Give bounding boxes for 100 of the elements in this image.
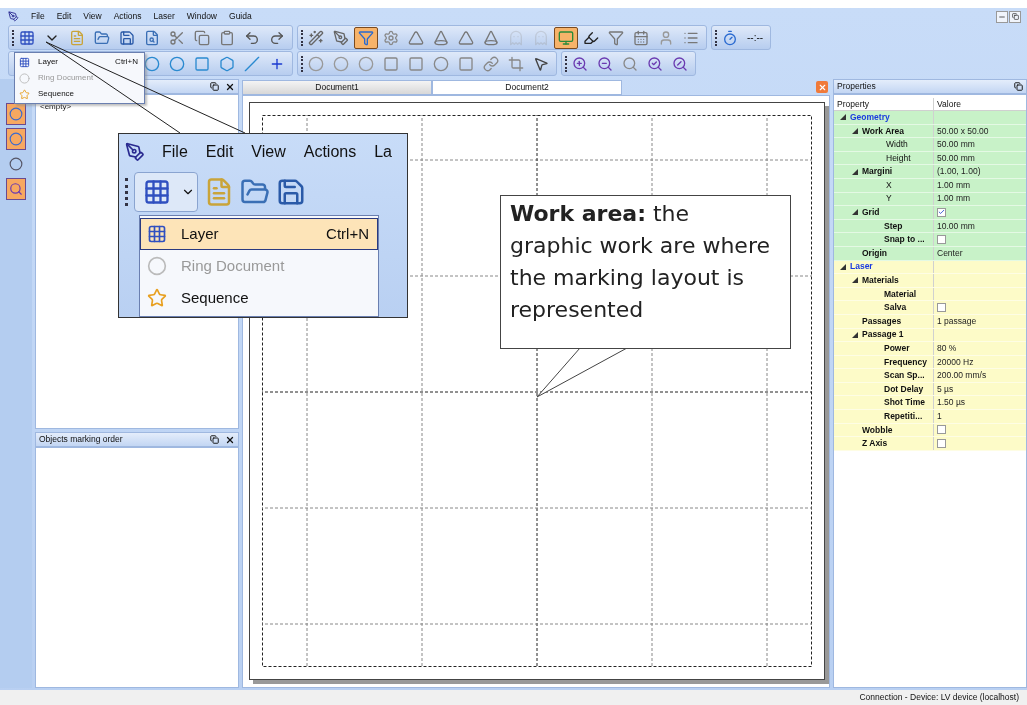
property-row[interactable]: Salva — [834, 301, 1026, 315]
menu-item[interactable]: View — [77, 10, 108, 23]
column-header: Property — [834, 98, 934, 110]
property-row[interactable]: Snap to ... — [834, 233, 1026, 247]
menu-item[interactable]: Actions — [294, 139, 366, 164]
ring-icon — [19, 72, 30, 84]
minimize-button[interactable] — [996, 10, 1008, 23]
property-name: Materials — [862, 274, 899, 287]
side-tool-button[interactable] — [6, 103, 26, 125]
menu-item[interactable]: Sequence — [140, 282, 378, 314]
property-row[interactable]: Grid — [834, 206, 1026, 220]
menu-item[interactable]: Layer Ctrl+N — [140, 218, 378, 250]
panel-title: Objects marking order — [39, 433, 124, 446]
checkbox[interactable] — [937, 439, 946, 449]
restore-icon[interactable] — [210, 435, 219, 444]
zoom-icon — [672, 55, 688, 72]
toolbar-button[interactable] — [554, 26, 578, 49]
grid-icon — [19, 56, 30, 68]
checkbox[interactable] — [937, 303, 946, 313]
property-name: Scan Sp... — [883, 369, 925, 382]
property-row[interactable]: Geometry — [834, 111, 1026, 125]
menu-item[interactable]: La — [365, 139, 401, 164]
property-row[interactable]: Power 80 % — [834, 342, 1026, 356]
menu-item[interactable]: Guida — [223, 10, 258, 23]
close-icon[interactable] — [225, 81, 235, 92]
status-text: Connection - Device: LV device (localhost) — [859, 691, 1019, 704]
zoom-out-icon — [597, 55, 613, 72]
star-icon — [19, 88, 30, 100]
zoom-in-icon — [572, 55, 588, 72]
ellipse-icon — [144, 55, 160, 72]
restore-button[interactable] — [1009, 10, 1021, 23]
expander-icon[interactable] — [840, 263, 846, 270]
property-row[interactable]: Repetiti... 1 — [834, 410, 1026, 424]
redo-icon — [269, 29, 285, 46]
expander-icon[interactable] — [852, 331, 858, 338]
expander-icon[interactable] — [852, 127, 858, 134]
calendar-icon — [633, 29, 649, 46]
menu-item[interactable]: View — [242, 139, 295, 164]
callout-text: Work area: the graphic work are where the marking layout is represented — [510, 200, 771, 324]
document-tab[interactable]: Document1 — [242, 80, 432, 95]
menu-item[interactable]: File — [25, 10, 51, 23]
property-row[interactable]: Z Axis — [834, 437, 1026, 451]
property-value: 200.00 mm/s — [937, 369, 987, 382]
menu-item[interactable]: Edit — [50, 10, 78, 23]
menu-item[interactable]: Actions — [107, 10, 148, 23]
checkbox[interactable] — [937, 425, 946, 435]
marker-icon — [583, 29, 599, 46]
document-tab[interactable]: Document2 — [432, 80, 622, 95]
expander-icon[interactable] — [840, 114, 846, 121]
square-icon — [458, 55, 474, 72]
polygon-icon — [219, 55, 235, 72]
document-icon — [69, 29, 85, 46]
property-row[interactable]: Width 50.00 mm — [834, 138, 1026, 152]
pen-icon — [333, 29, 349, 46]
user-icon — [658, 29, 674, 46]
restore-icon[interactable] — [1014, 82, 1023, 91]
shape-icon — [533, 29, 549, 46]
checkbox[interactable] — [937, 235, 946, 245]
menu-item[interactable]: Edit — [196, 139, 243, 164]
toolbar-button[interactable] — [134, 172, 198, 213]
property-name: Dot Delay — [883, 382, 924, 396]
monitor-icon — [558, 29, 574, 46]
menu-item[interactable]: Laser — [147, 10, 181, 23]
square-icon — [383, 55, 399, 72]
grid-icon — [19, 29, 35, 46]
checkbox[interactable] — [937, 207, 946, 217]
menu-item[interactable]: Window — [180, 10, 223, 23]
side-tool-button[interactable] — [6, 128, 26, 150]
panel-title: Properties — [837, 80, 877, 93]
property-value: 50.00 x 50.00 — [937, 124, 989, 138]
close-button[interactable] — [816, 81, 828, 93]
property-name: Shot Time — [883, 396, 925, 410]
expander-icon[interactable] — [852, 209, 858, 216]
close-icon[interactable] — [225, 434, 235, 445]
property-row[interactable]: Scan Sp... 200.00 mm/s — [834, 369, 1026, 383]
menu-item[interactable]: Sequence — [15, 86, 144, 102]
property-row[interactable]: Materials — [834, 274, 1026, 288]
menu-item[interactable]: Layer Ctrl+N — [15, 54, 144, 70]
star-icon — [147, 288, 167, 308]
toolbar-button[interactable] — [354, 26, 378, 49]
property-name: Wobble — [862, 423, 893, 437]
property-row[interactable]: Shot Time 1.50 µs — [834, 396, 1026, 411]
expander-icon[interactable] — [852, 168, 858, 175]
property-value: 80 % — [937, 342, 957, 355]
property-value: 50.00 mm — [937, 138, 975, 151]
app-logo-icon — [125, 141, 145, 162]
property-value: 1 passage — [937, 314, 977, 328]
menu-item[interactable]: File — [153, 139, 197, 164]
save-icon — [276, 177, 306, 208]
property-name: Laser — [850, 260, 873, 274]
square-icon — [408, 55, 424, 72]
property-row[interactable]: Margini (1.00, 1.00) — [834, 165, 1026, 179]
ellipse-icon — [169, 55, 185, 72]
empty-text: <empty> — [40, 102, 72, 111]
side-tool-button[interactable] — [6, 178, 26, 200]
expander-icon[interactable] — [852, 277, 858, 284]
property-value: Center — [937, 246, 963, 260]
restore-icon[interactable] — [210, 82, 219, 91]
property-value: 1.00 mm — [937, 178, 971, 192]
property-name: Height — [885, 151, 911, 165]
